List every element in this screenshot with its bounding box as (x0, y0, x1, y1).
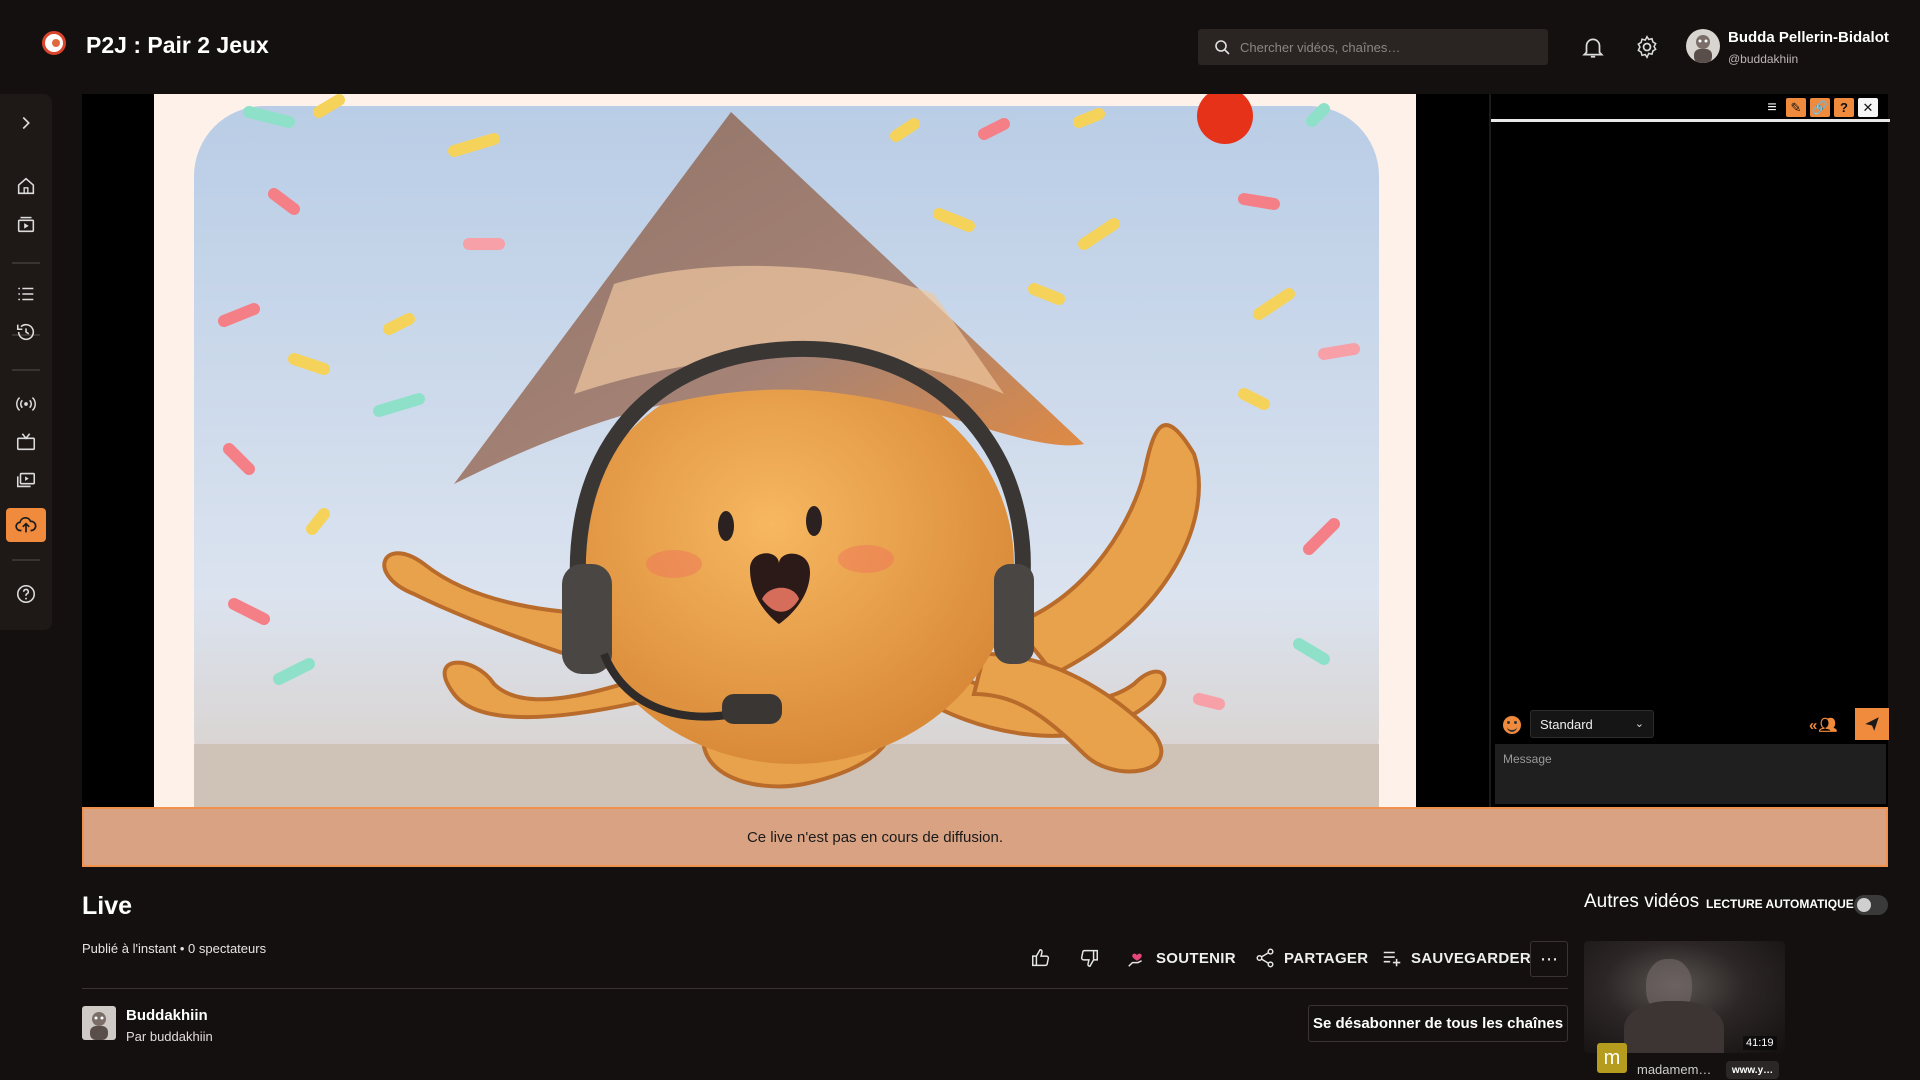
video-author[interactable]: madamem… (1637, 1062, 1711, 1077)
offline-banner: Ce live n'est pas en cours de diffusion. (82, 807, 1888, 867)
video-player[interactable] (82, 94, 1489, 807)
sidebar-item-tv[interactable] (6, 425, 46, 459)
gear-icon[interactable] (1634, 34, 1660, 60)
channel-name[interactable]: Buddakhiin (126, 1007, 208, 1024)
chat-close-button[interactable]: ✕ (1858, 98, 1878, 117)
sidebar-item-help[interactable] (6, 577, 46, 611)
top-header: P2J : Pair 2 Jeux Budda Pellerin-Bidalot… (0, 0, 1920, 94)
send-icon (1865, 717, 1879, 731)
home-icon (17, 177, 35, 195)
thumbs-down-icon (1080, 949, 1098, 967)
user-handle: @buddakhiin (1728, 52, 1799, 66)
more-options-button[interactable]: ⋯ (1530, 941, 1568, 977)
sidebar-divider (12, 369, 40, 371)
sidebar-item-upload[interactable] (6, 508, 46, 542)
playlist-add-icon (1383, 951, 1401, 967)
chat-toolbar: ≡ ✎ 🔗 ? ✕ (1491, 94, 1890, 122)
sidebar-divider (12, 262, 40, 264)
video-title: Live (82, 892, 133, 920)
octopus-illustration (194, 94, 1379, 807)
autoplay-label: LECTURE AUTOMATIQUE (1706, 897, 1854, 911)
live-icon (16, 397, 36, 411)
save-label: SAUVEGARDER (1411, 949, 1531, 967)
live-chat-panel: ≡ ✎ 🔗 ? ✕ Standard ⌄ «👥︎ (1489, 94, 1890, 807)
video-actions: SOUTENIR PARTAGER SAUVEGARDER (1030, 940, 1531, 976)
sidebar-item-live[interactable] (6, 387, 46, 421)
unsubscribe-button[interactable]: Se désabonner de tous les chaînes (1308, 1005, 1568, 1042)
chat-popout-button[interactable]: ✎ (1786, 98, 1806, 117)
sidebar-item-playlists[interactable] (6, 277, 46, 311)
sidebar-divider (12, 559, 40, 561)
left-sidebar (0, 94, 52, 630)
sidebar-item-subscriptions[interactable] (6, 207, 46, 241)
other-videos-title: Autres vidéos (1584, 891, 1700, 912)
sidebar-item-history[interactable] (6, 315, 46, 349)
autoplay-toggle[interactable] (1854, 895, 1888, 915)
video-link-badge[interactable]: www.y… (1726, 1061, 1779, 1079)
user-avatar[interactable] (1686, 29, 1720, 63)
chat-users-icon[interactable]: «👥︎ (1809, 716, 1838, 734)
chat-send-button[interactable] (1855, 708, 1889, 740)
user-name[interactable]: Budda Pellerin-Bidalot (1728, 29, 1889, 46)
heart-hand-icon (1128, 953, 1142, 967)
save-button[interactable]: SAUVEGARDER (1381, 940, 1531, 976)
playlist-icon (18, 287, 34, 301)
bell-icon[interactable] (1580, 34, 1606, 60)
share-button[interactable]: PARTAGER (1254, 940, 1381, 976)
chat-message-input[interactable] (1495, 744, 1886, 804)
search-icon (1215, 40, 1230, 55)
chat-mode-select[interactable]: Standard ⌄ (1530, 710, 1654, 738)
history-icon (16, 323, 35, 341)
support-label: SOUTENIR (1156, 949, 1236, 967)
site-title[interactable]: P2J : Pair 2 Jeux (86, 32, 269, 59)
chat-mode-value: Standard (1540, 717, 1593, 732)
support-button[interactable]: SOUTENIR (1126, 940, 1254, 976)
dislike-button[interactable] (1078, 940, 1126, 976)
offline-banner-text: Ce live n'est pas en cours de diffusion. (746, 828, 1004, 846)
tv-icon (16, 433, 36, 451)
sidebar-item-channels[interactable] (6, 463, 46, 497)
video-channel-avatar[interactable]: m (1597, 1043, 1627, 1073)
help-icon (16, 584, 36, 604)
video-meta: Publié à l'instant • 0 spectateurs (82, 941, 267, 956)
like-button[interactable] (1030, 940, 1078, 976)
sidebar-item-home[interactable] (6, 169, 46, 203)
share-icon (1256, 948, 1274, 968)
info-divider (82, 988, 1568, 989)
emoji-icon[interactable] (1503, 716, 1521, 734)
chevron-right-icon (22, 116, 30, 130)
channel-avatar[interactable] (82, 1006, 116, 1040)
chat-link-button[interactable]: 🔗 (1810, 98, 1830, 117)
site-logo[interactable] (42, 31, 66, 55)
channel-owner[interactable]: Par buddakhiin (126, 1029, 213, 1044)
upload-icon (15, 516, 37, 533)
video-duration: 41:19 (1743, 1036, 1777, 1050)
chat-menu-button[interactable]: ≡ (1762, 98, 1782, 117)
subscriptions-icon (17, 216, 35, 233)
share-label: PARTAGER (1284, 949, 1369, 967)
chat-help-button[interactable]: ? (1834, 98, 1854, 117)
channels-icon (16, 472, 36, 488)
search-bar[interactable] (1198, 29, 1548, 65)
chevron-down-icon: ⌄ (1634, 718, 1644, 730)
thumbs-up-icon (1032, 949, 1050, 967)
stream-poster-image (154, 94, 1416, 807)
search-input[interactable] (1240, 29, 1540, 65)
expand-sidebar-button[interactable] (6, 106, 46, 140)
